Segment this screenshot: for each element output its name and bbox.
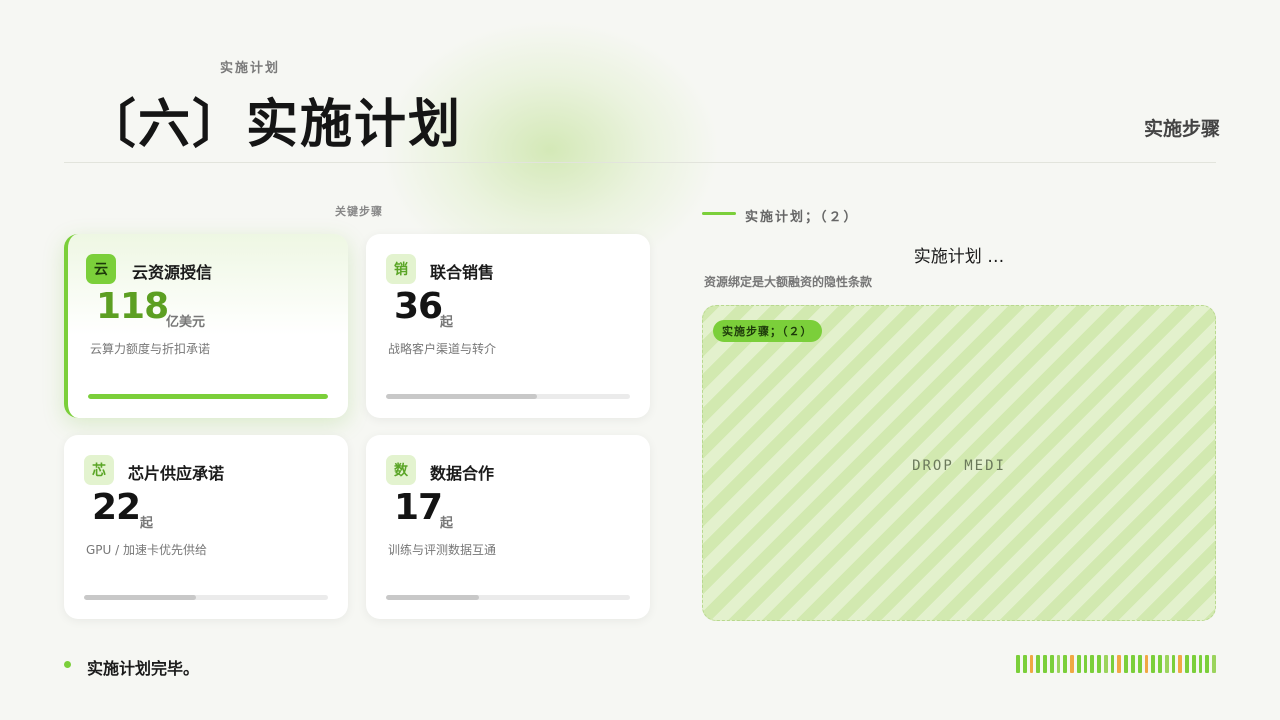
drop-zone-placeholder: DROP MEDI bbox=[912, 458, 1006, 474]
card-unit: 亿美元 bbox=[166, 315, 206, 330]
stripe-segment bbox=[1097, 655, 1101, 673]
stripe-segment bbox=[1178, 655, 1183, 673]
stripe-segment bbox=[1151, 655, 1156, 673]
chip-icon: 芯 bbox=[84, 455, 114, 485]
stripe-segment bbox=[1205, 655, 1210, 673]
card-description: 战略客户渠道与转介 bbox=[388, 342, 497, 356]
page-title: 〔六〕实施计划 bbox=[84, 95, 463, 155]
stripe-segment bbox=[1090, 655, 1095, 673]
header-divider bbox=[64, 162, 1216, 163]
stripe-segment bbox=[1191, 655, 1196, 673]
card-value: 118 bbox=[96, 286, 169, 327]
card-title: 云资源授信 bbox=[132, 263, 213, 282]
card-title: 芯片供应承诺 bbox=[128, 464, 225, 483]
stripe-segment bbox=[1124, 655, 1129, 673]
heading-accent-line bbox=[702, 212, 736, 215]
card-description: 训练与评测数据互通 bbox=[388, 543, 497, 557]
stripe-segment bbox=[1164, 655, 1169, 673]
stripe-segment bbox=[1117, 655, 1122, 673]
card-title: 数据合作 bbox=[430, 464, 495, 483]
section-nav-label: 实施步骤 bbox=[1143, 118, 1220, 140]
card-progress-bar bbox=[386, 394, 630, 399]
stripe-segment bbox=[1036, 655, 1041, 673]
footer-text: 实施计划完毕。 bbox=[87, 659, 200, 678]
steps-section-label: 关键步骤 bbox=[335, 205, 383, 218]
step-card-cloud-credit[interactable]: 云 云资源授信 118 亿美元 云算力额度与折扣承诺 bbox=[64, 234, 348, 418]
step-card-joint-sales[interactable]: 销 联合销售 36 起 战略客户渠道与转介 bbox=[366, 234, 650, 418]
card-description: 云算力额度与折扣承诺 bbox=[90, 342, 211, 356]
stripe-segment bbox=[1083, 655, 1088, 673]
step-card-data-partnership[interactable]: 数 数据合作 17 起 训练与评测数据互通 bbox=[366, 435, 650, 619]
sales-icon: 销 bbox=[386, 254, 416, 284]
stripe-segment bbox=[1070, 655, 1074, 673]
card-progress-bar bbox=[84, 595, 328, 600]
stripe-segment bbox=[1171, 655, 1176, 673]
stripe-segment bbox=[1022, 655, 1027, 673]
stripe-segment bbox=[1076, 655, 1081, 673]
data-icon: 数 bbox=[386, 455, 416, 485]
stripe-segment bbox=[1103, 655, 1108, 673]
stripe-segment bbox=[1137, 655, 1142, 673]
page-eyebrow: 实施计划 bbox=[220, 61, 281, 76]
stripe-segment bbox=[1056, 655, 1061, 673]
right-panel-subtitle: 资源绑定是大额融资的隐性条款 bbox=[704, 275, 873, 289]
cloud-icon: 云 bbox=[86, 254, 116, 284]
stripe-segment bbox=[1063, 655, 1068, 673]
card-unit: 起 bbox=[440, 315, 454, 330]
footer-bullet-icon bbox=[64, 661, 71, 668]
stripe-segment bbox=[1131, 655, 1135, 673]
media-drop-zone[interactable]: 实施步骤；（２） DROP MEDI bbox=[702, 305, 1216, 621]
card-description: GPU / 加速卡优先供给 bbox=[86, 543, 207, 557]
drop-zone-tag: 实施步骤；（２） bbox=[713, 320, 822, 342]
step-card-chip-supply[interactable]: 芯 芯片供应承诺 22 起 GPU / 加速卡优先供给 bbox=[64, 435, 348, 619]
stripe-segment bbox=[1212, 655, 1216, 673]
stripe-segment bbox=[1158, 655, 1162, 673]
stripe-segment bbox=[1198, 655, 1203, 673]
card-value: 36 bbox=[394, 286, 443, 327]
card-unit: 起 bbox=[440, 516, 454, 531]
card-title: 联合销售 bbox=[430, 263, 495, 282]
stripe-segment bbox=[1049, 655, 1054, 673]
right-panel-title: 实施计划 … bbox=[913, 247, 1005, 267]
stripe-segment bbox=[1043, 655, 1047, 673]
card-progress-bar bbox=[88, 394, 328, 399]
right-panel-heading: 实施计划；（２） bbox=[745, 210, 859, 225]
stripe-segment bbox=[1110, 655, 1115, 673]
card-progress-bar bbox=[386, 595, 630, 600]
stripe-segment bbox=[1144, 655, 1149, 673]
card-value: 22 bbox=[92, 487, 141, 528]
stripe-segment bbox=[1029, 655, 1034, 673]
stripe-segment bbox=[1016, 655, 1020, 673]
decorative-stripe-bar bbox=[1016, 655, 1216, 673]
stripe-segment bbox=[1185, 655, 1189, 673]
card-value: 17 bbox=[394, 487, 443, 528]
card-unit: 起 bbox=[140, 516, 154, 531]
